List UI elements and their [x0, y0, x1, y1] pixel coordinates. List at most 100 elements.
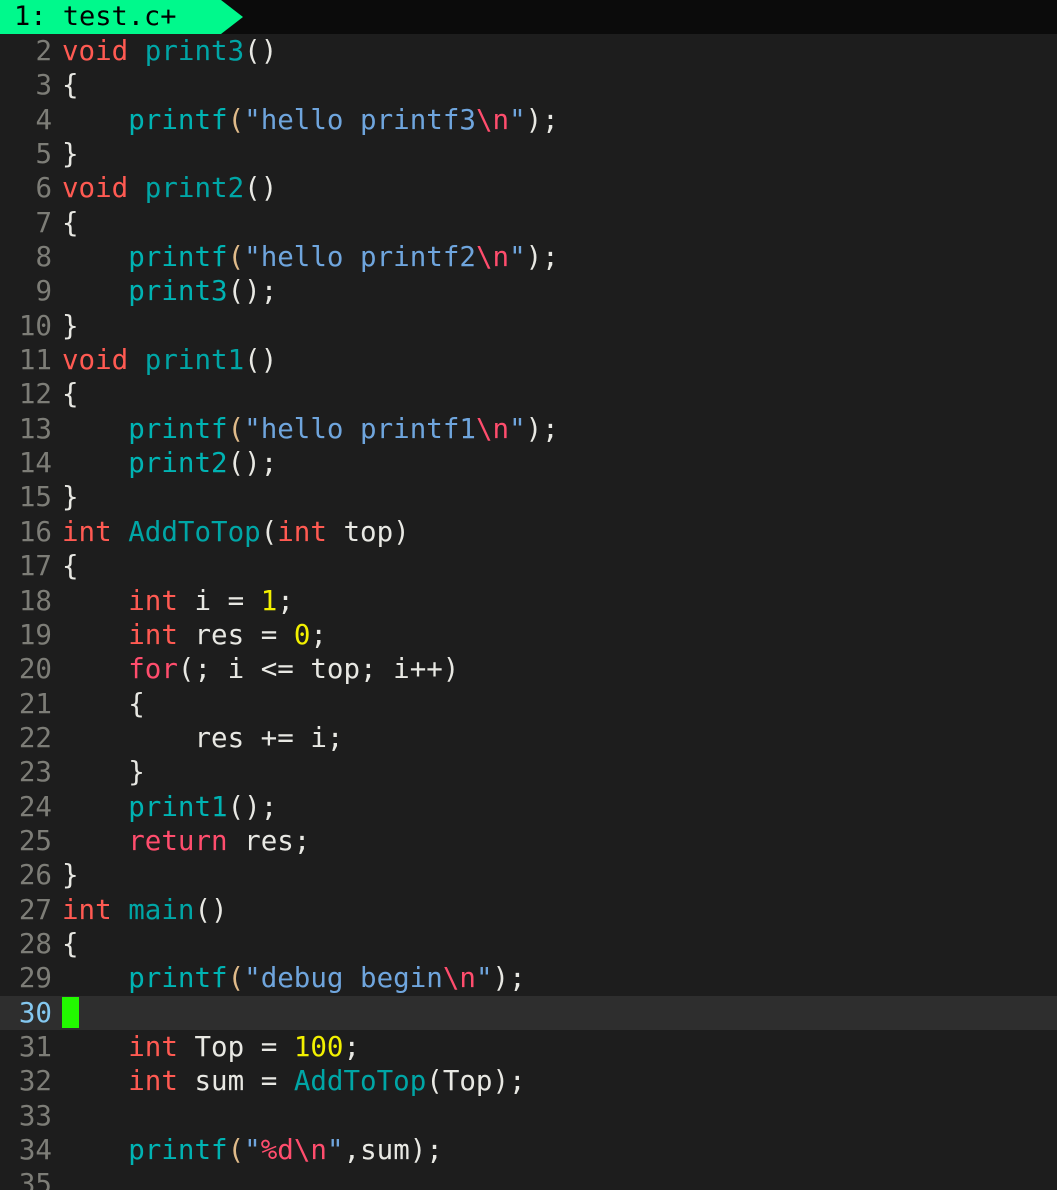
- code-line[interactable]: 32 int sum = AddToTop(Top);: [0, 1064, 1057, 1098]
- code-line[interactable]: 6 void print2(): [0, 171, 1057, 205]
- code-text: print1();: [52, 790, 277, 824]
- code-text: void print2(): [52, 171, 277, 205]
- tab-test-c[interactable]: 1: test.c+: [0, 0, 243, 34]
- code-token: }: [62, 481, 79, 514]
- code-text: void print3(): [52, 34, 277, 68]
- code-text: res += i;: [52, 721, 343, 755]
- line-number: 12: [18, 378, 52, 411]
- code-token: (): [244, 344, 278, 377]
- code-line[interactable]: 3{: [0, 68, 1057, 102]
- code-token: );: [525, 241, 559, 274]
- code-line[interactable]: 34 printf("%d\n",sum);: [0, 1133, 1057, 1167]
- code-line[interactable]: 26}: [0, 858, 1057, 892]
- code-text: }: [52, 480, 79, 514]
- code-token: "hello printf1: [244, 412, 476, 445]
- code-token: printf: [128, 103, 228, 136]
- code-editor[interactable]: 2 void print3() 3{4 printf("hello printf3\…: [0, 34, 1057, 1190]
- code-line[interactable]: 14 print2();: [0, 446, 1057, 480]
- code-line[interactable]: 5}: [0, 137, 1057, 171]
- code-line[interactable]: 10}: [0, 309, 1057, 343]
- line-number: 10: [18, 309, 52, 342]
- text-cursor: [62, 996, 79, 1028]
- line-number: 5: [35, 138, 52, 171]
- code-token: sum: [360, 1134, 410, 1166]
- code-line[interactable]: 18 int i = 1;: [0, 584, 1057, 618]
- code-text: int main(): [52, 893, 228, 927]
- code-line[interactable]: 22 res += i;: [0, 721, 1057, 755]
- code-token: int: [128, 1065, 195, 1098]
- line-number: 17: [18, 550, 52, 583]
- code-line[interactable]: 2 void print3(): [0, 34, 1057, 68]
- code-token: "hello printf3: [244, 103, 476, 136]
- code-token: );: [525, 103, 559, 136]
- code-text: printf("%d\n",sum);: [52, 1133, 443, 1167]
- code-line[interactable]: 17 {: [0, 549, 1057, 583]
- line-number: 23: [18, 756, 52, 789]
- code-token: void: [62, 35, 145, 67]
- code-token: {: [62, 378, 79, 411]
- code-token: ();: [227, 447, 278, 480]
- code-token: );: [409, 1134, 443, 1166]
- code-line[interactable]: 12 {: [0, 377, 1057, 411]
- code-line[interactable]: 24 print1();: [0, 790, 1057, 824]
- code-text: {: [52, 68, 79, 102]
- code-line-active[interactable]: 30: [0, 995, 1057, 1030]
- code-text: printf("hello printf1\n");: [52, 412, 559, 446]
- code-token: int: [128, 618, 195, 651]
- code-line[interactable]: 23 }: [0, 755, 1057, 789]
- code-line[interactable]: 16 int AddToTop(int top): [0, 515, 1057, 549]
- code-line[interactable]: 15}: [0, 480, 1057, 514]
- code-text: int Top = 100;: [52, 1030, 360, 1064]
- code-text: print3();: [52, 274, 277, 308]
- line-number: 30: [18, 996, 52, 1029]
- code-line[interactable]: 31 int Top = 100;: [0, 1030, 1057, 1064]
- code-line[interactable]: 7{: [0, 206, 1057, 240]
- code-line[interactable]: 19 int res = 0;: [0, 618, 1057, 652]
- code-token: ": [326, 1134, 344, 1166]
- code-token: (: [227, 412, 245, 445]
- line-number: 2: [35, 35, 52, 67]
- line-number: 6: [35, 172, 52, 205]
- code-line[interactable]: 13 printf("hello printf1\n");: [0, 412, 1057, 446]
- code-line[interactable]: 25 return res;: [0, 824, 1057, 858]
- code-text: void print1(): [52, 343, 277, 377]
- tab-label: 1: test.c+: [14, 1, 177, 32]
- code-line[interactable]: 27 int main(): [0, 893, 1057, 927]
- code-line[interactable]: 28 {: [0, 927, 1057, 961]
- code-token: return: [128, 824, 245, 857]
- code-token: \n: [475, 241, 510, 274]
- code-token: void: [62, 344, 145, 377]
- code-line[interactable]: 9 print3();: [0, 274, 1057, 308]
- code-token: {: [62, 687, 145, 720]
- code-token: {: [62, 927, 79, 960]
- code-line[interactable]: 11 void print1(): [0, 343, 1057, 377]
- code-token: ": [475, 962, 493, 995]
- code-text: print2();: [52, 446, 277, 480]
- code-text: }: [52, 309, 79, 343]
- code-token: 0: [293, 618, 311, 651]
- line-number: 11: [18, 344, 52, 377]
- code-text: printf("hello printf3\n");: [52, 103, 559, 137]
- code-line[interactable]: 8 printf("hello printf2\n");: [0, 240, 1057, 274]
- code-text: int sum = AddToTop(Top);: [52, 1064, 525, 1098]
- code-text: for(; i <= top; i++): [52, 652, 459, 686]
- code-line[interactable]: 21 {: [0, 687, 1057, 721]
- code-line[interactable]: 29 printf("debug begin\n");: [0, 961, 1057, 995]
- line-number: 27: [18, 893, 52, 926]
- code-token: printf: [128, 412, 228, 445]
- code-line[interactable]: 33: [0, 1099, 1057, 1133]
- code-text: {: [52, 927, 79, 961]
- code-token: (): [244, 35, 278, 67]
- code-text: [52, 996, 79, 1030]
- line-number: 15: [18, 481, 52, 514]
- code-token: ): [393, 515, 410, 548]
- code-line[interactable]: 20 for(; i <= top; i++): [0, 652, 1057, 686]
- code-line[interactable]: 35: [0, 1167, 1057, 1190]
- code-line[interactable]: 4 printf("hello printf3\n");: [0, 103, 1057, 137]
